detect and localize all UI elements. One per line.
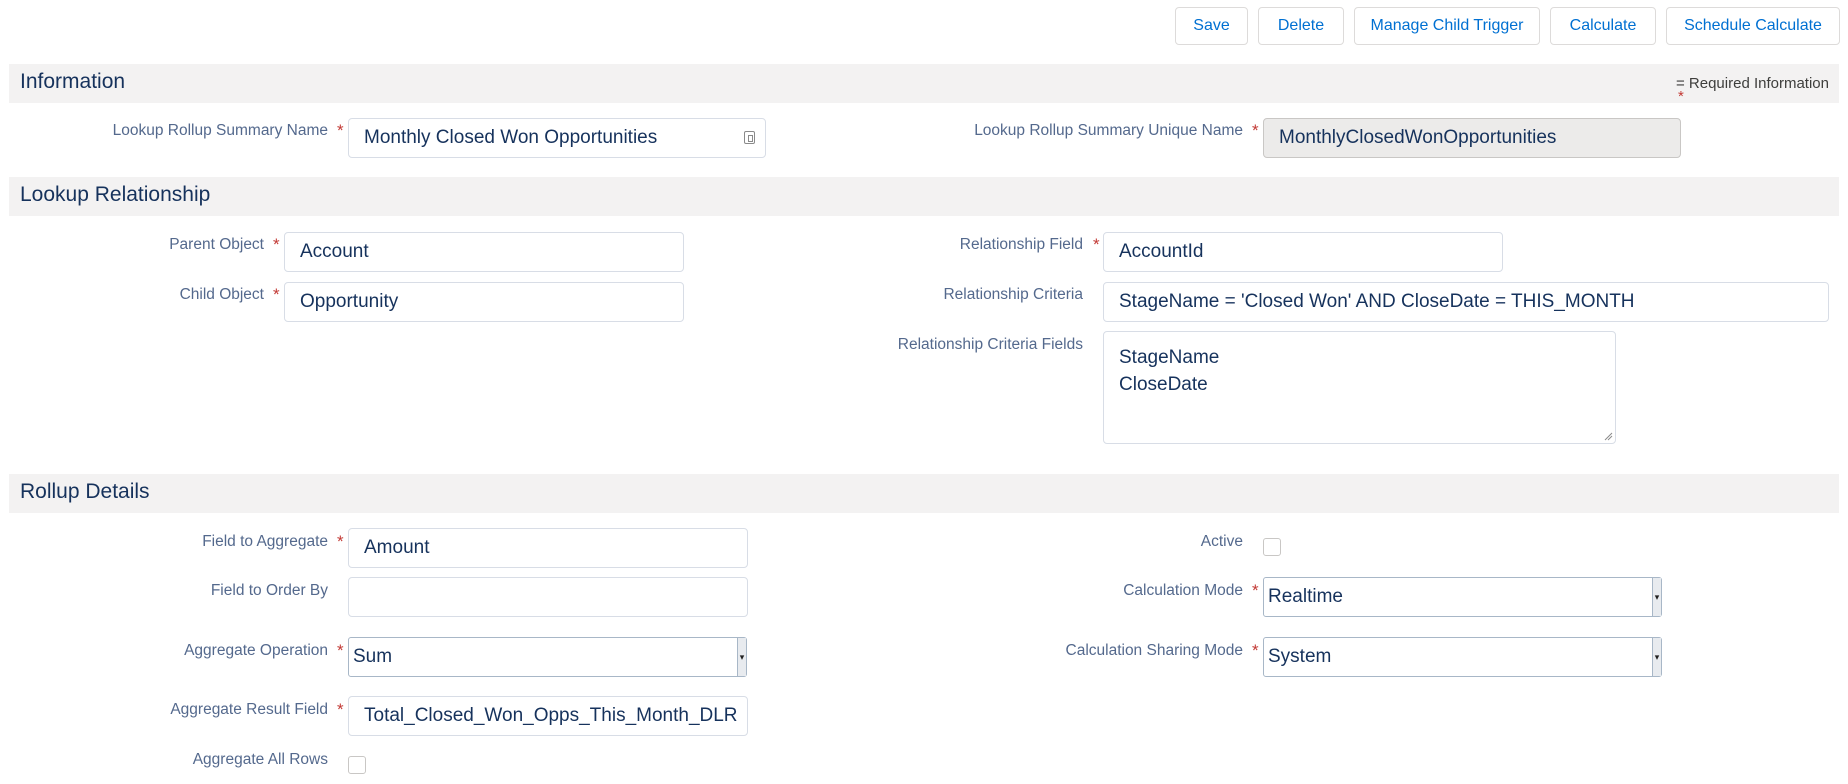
relationship-field-value: AccountId bbox=[1119, 241, 1204, 262]
field-to-order-by-label: Field to Order By bbox=[210, 582, 328, 599]
required-star: * bbox=[273, 235, 280, 254]
parent-object-value: Account bbox=[300, 241, 369, 262]
section-title-rollup-details: Rollup Details bbox=[20, 480, 150, 503]
aggregate-all-rows-label: Aggregate All Rows bbox=[192, 751, 328, 768]
child-object-label: Child Object bbox=[179, 286, 264, 303]
required-star: * bbox=[1252, 121, 1259, 140]
field-to-aggregate-label: Field to Aggregate bbox=[202, 533, 328, 550]
aggregate-result-field-input[interactable]: Total_Closed_Won_Opps_This_Month_DLR bbox=[348, 696, 748, 736]
unique-name-field: MonthlyClosedWonOpportunities bbox=[1263, 118, 1681, 158]
schedule-calculate-button[interactable]: Schedule Calculate bbox=[1666, 7, 1840, 45]
aggregate-result-field-value: Total_Closed_Won_Opps_This_Month_DLR bbox=[364, 705, 738, 726]
calculation-mode-label: Calculation Mode bbox=[1123, 582, 1243, 599]
required-star: * bbox=[337, 121, 344, 140]
aggregate-operation-value: Sum bbox=[353, 646, 393, 667]
active-label: Active bbox=[1200, 533, 1243, 550]
required-star: * bbox=[1677, 88, 1684, 105]
calculation-sharing-mode-label: Calculation Sharing Mode bbox=[1065, 642, 1244, 659]
parent-object-label: Parent Object bbox=[169, 236, 264, 253]
required-star: * bbox=[337, 532, 344, 551]
parent-object-input[interactable]: Account bbox=[284, 232, 684, 272]
summary-name-value: Monthly Closed Won Opportunities bbox=[364, 127, 658, 148]
aggregate-result-field-label: Aggregate Result Field bbox=[170, 701, 328, 718]
field-to-order-by-input[interactable] bbox=[348, 577, 748, 617]
required-star: * bbox=[1252, 581, 1259, 600]
chevron-down-icon: ▾ bbox=[737, 638, 746, 676]
required-star: * bbox=[1093, 235, 1100, 254]
contact-card-icon bbox=[744, 131, 755, 144]
criteria-fields-label: Relationship Criteria Fields bbox=[897, 336, 1083, 353]
calculate-button[interactable]: Calculate bbox=[1550, 7, 1656, 45]
calculation-mode-select[interactable]: Realtime ▾ bbox=[1263, 577, 1662, 617]
rollup-details-section-header: Rollup Details bbox=[9, 474, 1839, 513]
section-title-lookup-relationship: Lookup Relationship bbox=[20, 183, 211, 206]
resize-grip-icon[interactable] bbox=[1603, 431, 1613, 441]
aggregate-operation-select[interactable]: Sum ▾ bbox=[348, 637, 747, 677]
unique-name-label: Lookup Rollup Summary Unique Name bbox=[974, 122, 1243, 139]
required-information-text: = Required Information bbox=[1675, 75, 1829, 92]
required-star: * bbox=[337, 700, 344, 719]
information-section-header: Information = Required Information * bbox=[9, 64, 1839, 105]
chevron-down-icon: ▾ bbox=[1652, 638, 1661, 676]
unique-name-value: MonthlyClosedWonOpportunities bbox=[1279, 127, 1557, 148]
aggregate-operation-label: Aggregate Operation bbox=[184, 642, 328, 659]
required-star: * bbox=[1252, 641, 1259, 660]
chevron-down-icon: ▾ bbox=[1652, 578, 1661, 616]
relationship-criteria-label: Relationship Criteria bbox=[943, 286, 1083, 303]
summary-name-label: Lookup Rollup Summary Name bbox=[112, 122, 328, 139]
criteria-fields-textarea[interactable]: StageName CloseDate bbox=[1103, 331, 1616, 444]
lookup-relationship-section-header: Lookup Relationship bbox=[9, 177, 1839, 216]
child-object-input[interactable]: Opportunity bbox=[284, 282, 684, 322]
section-title-information: Information bbox=[20, 70, 126, 93]
field-to-aggregate-value: Amount bbox=[364, 537, 430, 558]
manage-child-trigger-button[interactable]: Manage Child Trigger bbox=[1354, 7, 1540, 45]
required-information-legend: = Required Information * bbox=[1675, 75, 1829, 105]
calculation-sharing-mode-select[interactable]: System ▾ bbox=[1263, 637, 1662, 677]
delete-button[interactable]: Delete bbox=[1258, 7, 1344, 45]
required-star: * bbox=[337, 641, 344, 660]
field-to-aggregate-input[interactable]: Amount bbox=[348, 528, 748, 568]
required-star: * bbox=[273, 285, 280, 304]
child-object-value: Opportunity bbox=[300, 291, 399, 312]
calculation-sharing-mode-value: System bbox=[1268, 646, 1332, 667]
relationship-criteria-input[interactable]: StageName = 'Closed Won' AND CloseDate =… bbox=[1103, 282, 1829, 322]
aggregate-all-rows-checkbox[interactable] bbox=[348, 756, 366, 774]
summary-name-input[interactable]: Monthly Closed Won Opportunities bbox=[348, 118, 766, 158]
active-checkbox[interactable] bbox=[1263, 538, 1281, 556]
criteria-field-line: CloseDate bbox=[1119, 374, 1208, 395]
relationship-field-input[interactable]: AccountId bbox=[1103, 232, 1503, 272]
save-button[interactable]: Save bbox=[1175, 7, 1248, 45]
relationship-field-label: Relationship Field bbox=[959, 236, 1083, 253]
relationship-criteria-value: StageName = 'Closed Won' AND CloseDate =… bbox=[1119, 291, 1635, 312]
calculation-mode-value: Realtime bbox=[1268, 586, 1343, 607]
criteria-field-line: StageName bbox=[1119, 347, 1220, 368]
